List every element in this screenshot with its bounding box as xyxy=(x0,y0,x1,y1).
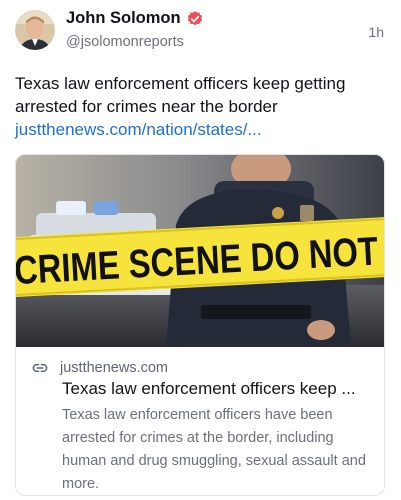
author-name[interactable]: John Solomon xyxy=(66,9,204,28)
post-text: Texas law enforcement officers keep gett… xyxy=(15,74,346,116)
post-link[interactable]: justthenews.com/nation/states/... xyxy=(15,118,262,141)
avatar[interactable] xyxy=(15,10,55,50)
verified-badge-icon xyxy=(186,10,204,28)
author-name-text: John Solomon xyxy=(66,9,181,27)
card-description: Texas law enforcement officers have been… xyxy=(62,407,366,492)
card-domain: justthenews.com xyxy=(60,360,168,376)
link-preview-card[interactable]: CRIME SCENE DO NOT CR justthenews.com Te… xyxy=(15,154,385,496)
avatar-image xyxy=(15,10,55,50)
card-title: Texas law enforcement officers keep ... xyxy=(62,379,356,398)
author-handle[interactable]: @jsolomonreports xyxy=(66,34,184,50)
card-domain-row: justthenews.com xyxy=(32,360,168,376)
link-icon xyxy=(32,360,48,376)
card-image: CRIME SCENE DO NOT CR xyxy=(16,155,384,347)
post-timestamp[interactable]: 1h xyxy=(368,24,384,40)
